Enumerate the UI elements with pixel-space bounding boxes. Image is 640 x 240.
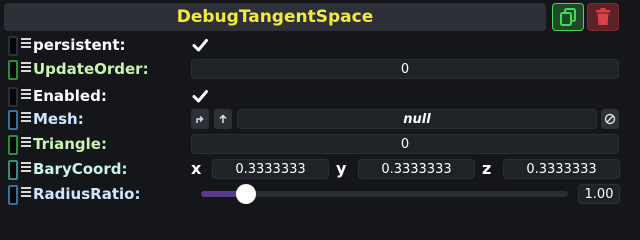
row-enabled: Enabled: xyxy=(0,84,640,108)
duplicate-icon xyxy=(560,8,576,26)
component-title: DebugTangentSpace xyxy=(176,7,374,27)
reference-jump-button[interactable] xyxy=(191,109,209,129)
label-mesh: Mesh: xyxy=(33,110,84,128)
radius-ratio-value[interactable]: 1.00 xyxy=(578,184,620,204)
delete-button[interactable] xyxy=(587,3,619,31)
label-persistent: persistent: xyxy=(33,36,126,54)
triangle-input[interactable]: 0 xyxy=(191,134,619,154)
field-indicator xyxy=(8,60,18,80)
radius-ratio-slider[interactable] xyxy=(201,191,568,197)
grip-icon[interactable] xyxy=(21,112,31,124)
duplicate-button[interactable] xyxy=(552,3,584,31)
grip-icon[interactable] xyxy=(21,38,31,50)
field-indicator xyxy=(8,160,18,180)
clear-reference-button[interactable] xyxy=(601,109,619,129)
grip-icon[interactable] xyxy=(21,137,31,149)
field-indicator xyxy=(8,36,18,56)
row-radius-ratio: RadiusRatio: 1.00 xyxy=(0,182,640,206)
grip-icon[interactable] xyxy=(21,187,31,199)
grip-icon[interactable] xyxy=(21,162,31,174)
grip-icon[interactable] xyxy=(21,62,31,74)
row-mesh: Mesh: null xyxy=(0,107,640,131)
bary-x-input[interactable]: 0.3333333 xyxy=(212,159,329,179)
component-header: DebugTangentSpace xyxy=(4,3,546,31)
label-update-order: UpdateOrder: xyxy=(33,60,149,78)
row-triangle: Triangle: 0 xyxy=(0,132,640,156)
row-update-order: UpdateOrder: 0 xyxy=(0,57,640,81)
label-triangle: Triangle: xyxy=(33,135,107,153)
arrow-up-icon xyxy=(219,114,227,123)
axis-y-label: y xyxy=(336,159,347,178)
label-enabled: Enabled: xyxy=(33,87,107,105)
mesh-reference-field[interactable]: null xyxy=(237,109,597,129)
update-order-input[interactable]: 0 xyxy=(191,59,619,79)
slider-handle[interactable] xyxy=(236,184,257,204)
reference-up-button[interactable] xyxy=(214,109,232,129)
label-bary-coord: BaryCoord: xyxy=(33,160,128,178)
axis-x-label: x xyxy=(191,159,202,178)
field-indicator xyxy=(8,110,18,130)
trash-icon xyxy=(596,8,610,25)
grip-icon[interactable] xyxy=(21,89,31,101)
row-bary-coord: BaryCoord: x 0.3333333 y 0.3333333 z 0.3… xyxy=(0,157,640,181)
jump-icon xyxy=(196,115,204,123)
null-icon xyxy=(604,113,616,125)
field-indicator xyxy=(8,185,18,205)
bary-y-input[interactable]: 0.3333333 xyxy=(358,159,475,179)
row-persistent: persistent: xyxy=(0,33,640,57)
label-radius-ratio: RadiusRatio: xyxy=(33,185,141,203)
field-indicator xyxy=(8,135,18,155)
enabled-checkbox[interactable] xyxy=(192,88,208,104)
bary-z-input[interactable]: 0.3333333 xyxy=(503,159,620,179)
field-indicator xyxy=(8,87,18,107)
persistent-checkbox[interactable] xyxy=(192,37,208,53)
axis-z-label: z xyxy=(482,159,492,178)
